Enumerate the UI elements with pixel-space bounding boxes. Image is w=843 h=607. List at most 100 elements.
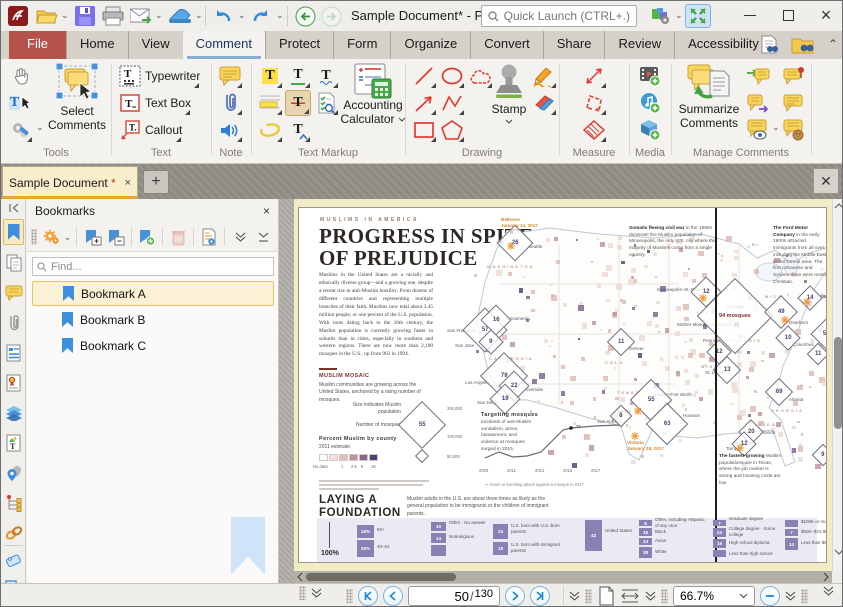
tab-share[interactable]: Share [543, 31, 605, 59]
redo-dropdown[interactable]: ⌄ [276, 10, 284, 21]
attachments-pane-button[interactable] [3, 311, 24, 335]
tab-accessibility[interactable]: Accessibility [674, 31, 772, 59]
tool-settings-button[interactable] [7, 117, 33, 143]
add-video-button[interactable] [637, 63, 663, 89]
tags-pane-button[interactable] [3, 491, 24, 515]
next-page-button[interactable] [505, 586, 525, 606]
expand-toolbar-icon[interactable] [569, 591, 580, 601]
more-tools-icon[interactable] [230, 226, 250, 248]
document-tab[interactable]: Sample Document * × [2, 166, 138, 199]
bookmarks-pane-button[interactable] [3, 219, 24, 245]
highlight-text-button[interactable]: T [257, 63, 283, 89]
tab-close-icon[interactable]: × [125, 177, 131, 189]
delete-bookmark-button[interactable] [168, 226, 188, 248]
arrow-tool-button[interactable] [411, 90, 437, 116]
typewriter-button[interactable]: T Typewriter [119, 63, 200, 89]
page-number-box[interactable]: 50/130 [408, 586, 500, 606]
squiggly-underline-button[interactable]: T [313, 63, 339, 89]
close-document-button[interactable]: ✕ [813, 168, 839, 194]
panel-pin-icon[interactable] [254, 226, 274, 248]
quick-launch-box[interactable]: Quick Launch (CTRL+.) [481, 5, 637, 27]
loop-pencil-button[interactable] [257, 117, 283, 143]
comments-pane-button[interactable] [3, 281, 24, 305]
email-dropdown[interactable]: ⌄ [155, 10, 163, 21]
back-button[interactable] [293, 4, 317, 28]
named-destinations-pane-button[interactable] [3, 549, 24, 573]
tab-review[interactable]: Review [604, 31, 674, 59]
attach-file-button[interactable] [217, 90, 243, 116]
stamp-button[interactable]: Stamp [485, 63, 533, 124]
tool-settings-dropdown[interactable]: ⌄ [36, 122, 44, 133]
collapse-ribbon-button[interactable]: ⌃ [828, 37, 838, 51]
ui-options-button[interactable] [649, 4, 673, 28]
document-viewport[interactable]: MUSLIMS IN AMERICA PROGRESS IN SPITE OF … [294, 199, 832, 571]
comment-styles-button[interactable] [781, 117, 807, 143]
layers-pane-button[interactable] [3, 401, 24, 425]
polyline-tool-button[interactable] [439, 90, 465, 116]
bookmark-options-button[interactable] [40, 226, 60, 248]
new-bookmark-button[interactable] [137, 226, 157, 248]
zoom-level-box[interactable]: 66.7% [673, 586, 755, 606]
distance-tool-button[interactable] [581, 63, 607, 89]
zoom-out-button[interactable] [760, 586, 780, 606]
fit-page-button[interactable] [597, 586, 615, 606]
bookmark-options-dropdown[interactable]: ⌄ [64, 232, 72, 243]
strikeout-text-button[interactable]: T [285, 90, 311, 116]
copy-comments-button[interactable] [781, 90, 807, 116]
expand-toolbar-icon[interactable] [645, 591, 656, 601]
accounting-calculator-button[interactable]: Accounting Calculator [343, 63, 403, 127]
horizontal-scrollbar[interactable] [294, 571, 832, 583]
panel-close-icon[interactable]: × [263, 204, 270, 218]
area-tool-button[interactable] [581, 117, 607, 143]
show-comments-button[interactable] [745, 117, 771, 143]
content-pane-button[interactable]: T [3, 431, 24, 455]
tab-protect[interactable]: Protect [265, 31, 333, 59]
show-comments-dropdown[interactable]: ⌄ [772, 122, 780, 133]
sticky-note-button[interactable] [217, 63, 243, 89]
tab-view[interactable]: View [128, 31, 183, 59]
panel-splitter[interactable] [279, 199, 294, 607]
tab-file[interactable]: File [9, 31, 66, 59]
polygon-tool-button[interactable] [439, 117, 465, 143]
export-comments-button[interactable] [745, 90, 771, 116]
collapse-panel-icon[interactable] [3, 201, 24, 215]
tab-convert[interactable]: Convert [470, 31, 543, 59]
undo-button[interactable] [211, 4, 235, 28]
bookmark-find-box[interactable]: Find... [32, 257, 274, 276]
save-button[interactable] [73, 4, 97, 28]
add-3d-button[interactable] [637, 117, 663, 143]
redo-button[interactable] [249, 4, 273, 28]
bookmark-item[interactable]: Bookmark A [32, 281, 274, 306]
rectangle-tool-button[interactable] [411, 117, 437, 143]
scan-dropdown[interactable]: ⌄ [195, 10, 203, 21]
expand-bookmarks-button[interactable] [82, 226, 102, 248]
insert-text-button[interactable]: T [285, 117, 311, 143]
pan-tool-button[interactable] [7, 63, 33, 89]
email-button[interactable] [129, 4, 153, 28]
toolbar-grip[interactable] [31, 229, 37, 245]
check-spelling-button[interactable] [313, 90, 339, 116]
vertical-scroll-thumb[interactable] [834, 337, 842, 429]
destinations-pane-button[interactable] [3, 461, 24, 485]
text-box-button[interactable]: T Text Box [119, 90, 191, 116]
fields-pane-button[interactable] [3, 341, 24, 365]
search-folder-icon[interactable] [791, 35, 815, 55]
callout-button[interactable]: T. Callout [119, 117, 182, 143]
thumbnails-pane-button[interactable] [3, 251, 24, 275]
tab-home[interactable]: Home [66, 31, 128, 59]
open-button[interactable] [35, 4, 59, 28]
import-comments-button[interactable] [745, 63, 771, 89]
print-button[interactable] [101, 4, 125, 28]
find-icon[interactable] [759, 35, 781, 55]
sound-button[interactable] [217, 117, 243, 143]
bookmark-item[interactable]: Bookmark B [32, 307, 274, 332]
links-pane-button[interactable] [3, 521, 24, 545]
bookmark-item[interactable]: Bookmark C [32, 333, 274, 358]
first-page-button[interactable] [358, 586, 378, 606]
bookmark-properties-button[interactable] [199, 226, 219, 248]
maximize-button[interactable] [770, 1, 806, 30]
add-audio-button[interactable] [637, 90, 663, 116]
summarize-comments-button[interactable]: Summarize Comments [677, 63, 741, 131]
eraser-tool-button[interactable] [531, 90, 557, 116]
underline-text-button[interactable]: T [285, 63, 311, 89]
